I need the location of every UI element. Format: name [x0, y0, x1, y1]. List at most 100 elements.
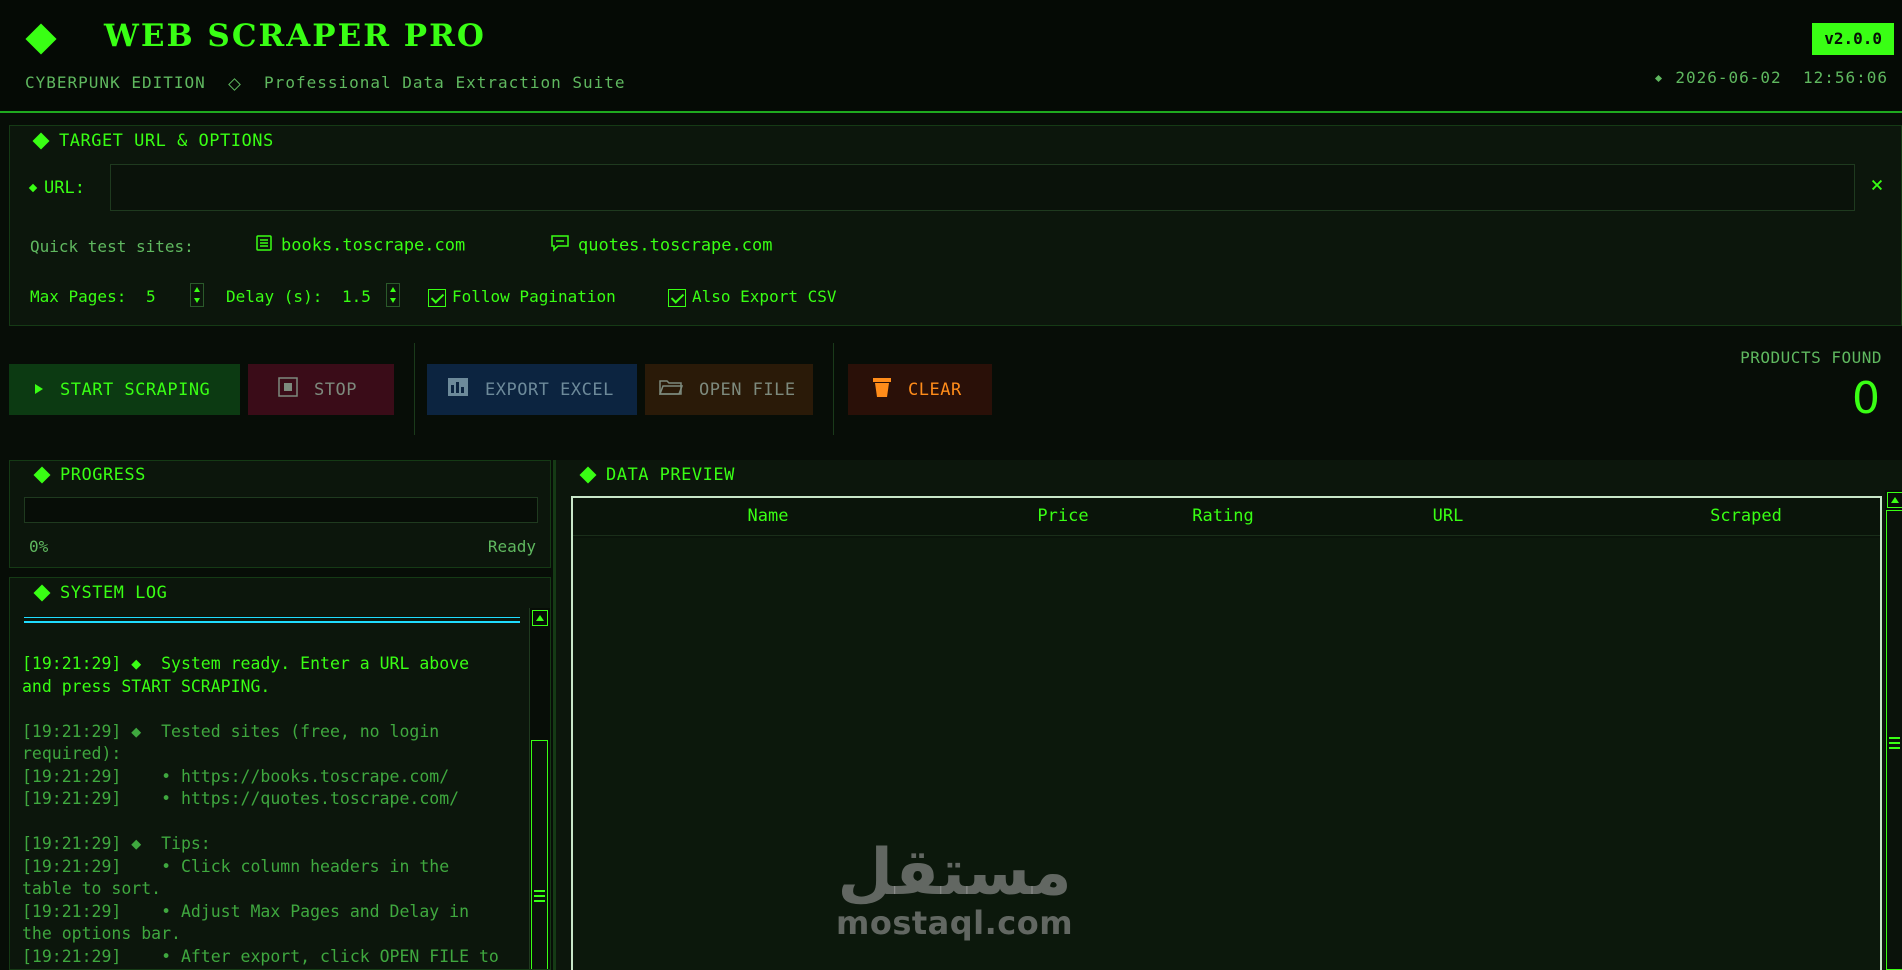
app-title: WEB SCRAPER PRO: [104, 18, 486, 54]
diamond-icon: [579, 466, 597, 484]
watermark-latin: mostaql.com: [836, 904, 1074, 942]
toolbar-divider: [833, 343, 834, 435]
progress-title-text: PROGRESS: [60, 465, 146, 485]
quick-site-quotes-link[interactable]: quotes.toscrape.com: [550, 234, 772, 257]
tagline-label: Professional Data Extraction Suite: [264, 73, 626, 92]
url-label-text: URL:: [44, 178, 85, 198]
column-header-name[interactable]: Name: [573, 506, 963, 526]
edition-label: CYBERPUNK EDITION: [25, 73, 206, 92]
system-log-panel: SYSTEM LOG [19:21:29] ◆ System ready. En…: [9, 577, 551, 970]
scroll-up-icon[interactable]: [532, 610, 548, 626]
data-table: Name Price Rating URL Scraped: [571, 496, 1882, 970]
play-icon: [34, 380, 44, 400]
log-line: [19:21:29] ◆ System ready. Enter a URL a…: [22, 654, 470, 696]
column-header-rating[interactable]: Rating: [1163, 506, 1283, 526]
follow-pagination-checkbox[interactable]: Follow Pagination: [428, 287, 616, 307]
options-section-title-text: TARGET URL & OPTIONS: [59, 131, 274, 151]
datetime-display: 2026-06-02 12:56:06: [1655, 68, 1888, 87]
column-header-scraped[interactable]: Scraped: [1613, 506, 1879, 526]
preview-section-title: DATA PREVIEW: [579, 465, 735, 485]
log-line: [19:21:29] • Click column headers in the…: [22, 856, 450, 899]
log-section-title: SYSTEM LOG: [33, 583, 168, 603]
max-pages-label: Max Pages:: [30, 287, 127, 306]
diamond-icon: [32, 132, 50, 150]
url-clear-button[interactable]: ×: [1862, 171, 1892, 201]
spreadsheet-icon: [447, 377, 469, 402]
preview-title-text: DATA PREVIEW: [606, 465, 735, 485]
delay-label: Delay (s):: [226, 287, 323, 306]
scroll-up-icon[interactable]: [1887, 492, 1902, 508]
export-csv-checkbox[interactable]: Also Export CSV: [668, 287, 837, 307]
stop-label: STOP: [314, 379, 357, 400]
url-label: URL:: [28, 178, 85, 198]
diamond-dot-icon: [28, 183, 38, 193]
log-line: [19:21:29] ◆ Tips:: [22, 834, 211, 853]
stop-button[interactable]: STOP: [248, 364, 394, 415]
clear-button[interactable]: CLEAR: [848, 364, 992, 415]
options-section-title: TARGET URL & OPTIONS: [32, 131, 274, 151]
progress-bar: [24, 497, 538, 523]
log-scroll-thumb[interactable]: [531, 740, 548, 969]
checkbox-checked-icon: [668, 288, 686, 307]
data-preview-panel: DATA PREVIEW Name Price Rating URL Scrap…: [553, 460, 1902, 970]
log-gap: [22, 698, 537, 721]
book-icon: [255, 234, 273, 257]
clear-label: CLEAR: [908, 379, 962, 400]
stop-icon: [278, 377, 298, 402]
progress-status: Ready: [487, 537, 536, 556]
progress-percent: 0%: [29, 537, 49, 556]
export-csv-label: Also Export CSV: [692, 287, 837, 306]
log-scrollbar[interactable]: [529, 608, 550, 969]
grip-icon: [534, 890, 545, 902]
quick-site-books-label: books.toscrape.com: [281, 235, 466, 256]
options-panel: TARGET URL & OPTIONS URL: × Quick test s…: [9, 125, 1902, 326]
datetime-text: 2026-06-02 12:56:06: [1675, 68, 1888, 87]
progress-section-title: PROGRESS: [33, 465, 146, 485]
mostaql-watermark: مستقل mostaql.com: [836, 840, 1073, 940]
log-line: [19:21:29] • After export, click OPEN FI…: [22, 946, 499, 966]
progress-panel: PROGRESS 0% Ready: [9, 460, 551, 568]
column-header-price[interactable]: Price: [963, 506, 1163, 526]
max-pages-stepper[interactable]: [190, 283, 204, 307]
table-body: [573, 538, 1880, 970]
trash-icon: [872, 376, 892, 403]
chat-icon: [550, 234, 570, 257]
max-pages-value[interactable]: 5: [146, 287, 156, 306]
log-body: [19:21:29] ◆ System ready. Enter a URL a…: [22, 653, 537, 968]
products-found-count: 0: [1852, 373, 1880, 424]
export-excel-button[interactable]: EXPORT EXCEL: [427, 364, 637, 415]
folder-icon: [658, 378, 684, 401]
quick-site-quotes-label: quotes.toscrape.com: [578, 235, 773, 256]
start-scraping-button[interactable]: START SCRAPING: [9, 364, 240, 415]
toolbar-divider: [414, 343, 415, 435]
diamond-dot-icon: [1655, 74, 1663, 83]
log-title-text: SYSTEM LOG: [60, 583, 168, 603]
column-header-url[interactable]: URL: [1283, 506, 1613, 526]
diamond-icon: [33, 466, 51, 484]
log-line: [19:21:29] ◆ Tested sites (free, no logi…: [22, 721, 440, 764]
diamond-icon: [33, 584, 51, 602]
log-line: [19:21:29] • https://books.toscrape.com/: [22, 766, 450, 786]
log-line: [19:21:29] • Adjust Max Pages and Delay …: [22, 901, 470, 944]
log-gap: [22, 811, 537, 834]
log-top-border: [24, 617, 520, 623]
table-header: Name Price Rating URL Scraped: [573, 498, 1880, 536]
open-file-button[interactable]: OPEN FILE: [645, 364, 813, 415]
app-header: WEB SCRAPER PRO CYBERPUNK EDITION Profes…: [0, 0, 1902, 113]
delay-stepper[interactable]: [386, 283, 400, 307]
quick-site-books-link[interactable]: books.toscrape.com: [255, 234, 465, 257]
delay-value[interactable]: 1.5: [342, 287, 371, 306]
app-subtitle: CYBERPUNK EDITION Professional Data Extr…: [25, 73, 626, 93]
log-line: [19:21:29] • https://quotes.toscrape.com…: [22, 789, 460, 808]
open-file-label: OPEN FILE: [699, 379, 796, 400]
products-found-label: PRODUCTS FOUND: [1740, 348, 1882, 367]
quick-sites-label: Quick test sites:: [30, 237, 194, 256]
follow-pagination-label: Follow Pagination: [452, 287, 616, 306]
diamond-outline-icon: [228, 74, 242, 93]
start-scraping-label: START SCRAPING: [60, 379, 211, 400]
diamond-logo-icon: [25, 23, 57, 55]
export-excel-label: EXPORT EXCEL: [485, 379, 614, 400]
preview-scroll-thumb[interactable]: [1886, 510, 1902, 970]
url-input[interactable]: [110, 164, 1855, 211]
preview-scrollbar[interactable]: [1885, 490, 1902, 970]
